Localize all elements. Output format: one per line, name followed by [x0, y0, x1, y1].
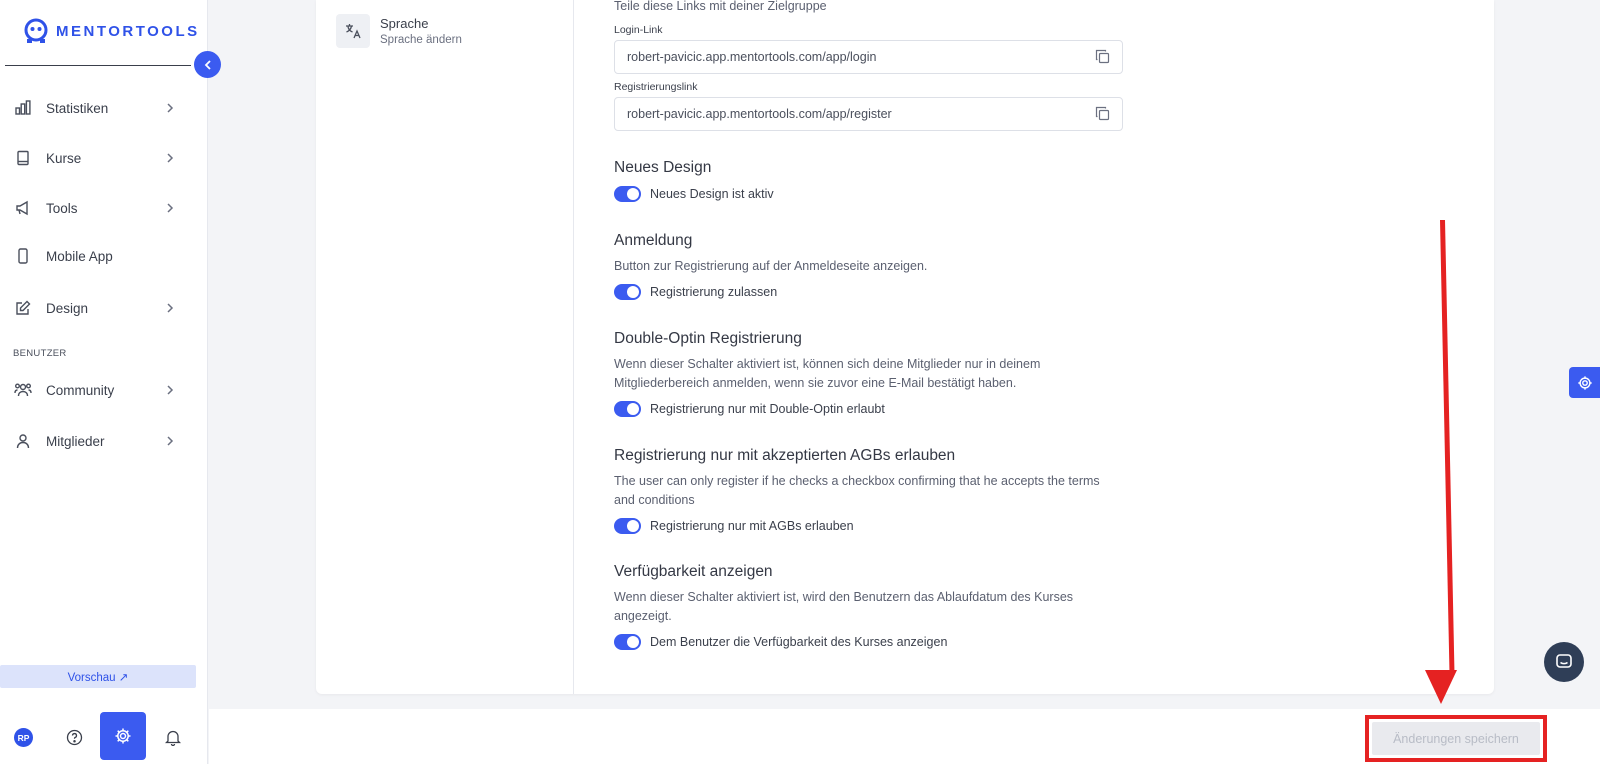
sidebar-item-design[interactable]: Design: [0, 290, 196, 326]
settings-button[interactable]: [100, 712, 146, 760]
phone-icon: [14, 247, 32, 265]
settings-nav-subtitle: Sprache ändern: [380, 34, 462, 46]
chat-button[interactable]: [1544, 642, 1584, 682]
edit-icon: [14, 299, 32, 317]
copy-icon[interactable]: [1095, 106, 1110, 124]
mentortools-logo-icon: [24, 18, 48, 43]
section-description: The user can only register if he checks …: [614, 474, 1100, 507]
sidebar-item-mobile-app[interactable]: Mobile App: [0, 238, 196, 274]
toggle-switch[interactable]: [614, 186, 641, 202]
divider: [5, 65, 191, 66]
megaphone-icon: [14, 199, 32, 217]
toggle-row-registrierung-zulassen: Registrierung zulassen: [614, 284, 777, 300]
section-description: Wenn dieser Schalter aktiviert ist, könn…: [614, 357, 1041, 390]
login-link-label: Login-Link: [614, 24, 663, 36]
sidebar-item-label: Design: [46, 300, 89, 316]
toggle-label: Registrierung nur mit Double-Optin erlau…: [650, 402, 885, 416]
login-link-value: robert-pavicic.app.mentortools.com/app/l…: [627, 50, 877, 64]
user-icon: [14, 432, 32, 450]
toggle-row-verfuegbarkeit: Dem Benutzer die Verfügbarkeit des Kurse…: [614, 634, 947, 650]
toggle-label: Dem Benutzer die Verfügbarkeit des Kurse…: [650, 635, 948, 649]
annotation-arrow-head: [1425, 670, 1457, 704]
sidebar-item-tools[interactable]: Tools: [0, 190, 196, 226]
gear-icon: [115, 728, 131, 744]
chat-icon: [1556, 654, 1572, 668]
links-intro-text: Teile diese Links mit deiner Zielgruppe: [614, 0, 827, 13]
sidebar: MENTORTOOLS Statistiken Kurse Tools Mobi…: [0, 0, 208, 764]
settings-nav-item-sprache[interactable]: Sprache Sprache ändern: [336, 14, 462, 48]
register-link-value: robert-pavicic.app.mentortools.com/app/r…: [627, 107, 892, 121]
logo[interactable]: MENTORTOOLS: [22, 16, 200, 46]
register-link-label: Registrierungslink: [614, 81, 698, 93]
sidebar-item-label: Kurse: [46, 150, 82, 166]
sidebar-item-statistiken[interactable]: Statistiken: [0, 90, 196, 126]
toggle-switch[interactable]: [614, 284, 641, 300]
toggle-label: Neues Design ist aktiv: [650, 187, 774, 201]
chevron-right-icon: [166, 383, 174, 401]
toggle-row-agb: Registrierung nur mit AGBs erlauben: [614, 518, 854, 534]
sidebar-item-label: Mobile App: [46, 248, 113, 264]
toggle-switch[interactable]: [614, 634, 641, 650]
section-title-double-optin: Double-Optin Registrierung: [614, 330, 802, 347]
sidebar-item-community[interactable]: Community: [0, 372, 196, 408]
help-icon[interactable]: [58, 721, 90, 753]
section-label-benutzer: BENUTZER: [13, 348, 67, 359]
gear-icon: [1577, 375, 1592, 390]
toggle-switch[interactable]: [614, 401, 641, 417]
toggle-label: Registrierung zulassen: [650, 285, 778, 299]
sidebar-item-label: Community: [46, 382, 115, 398]
login-link-field[interactable]: robert-pavicic.app.mentortools.com/app/l…: [614, 40, 1123, 74]
copy-icon[interactable]: [1095, 49, 1110, 67]
floating-settings-button[interactable]: [1569, 367, 1600, 398]
chevron-right-icon: [166, 201, 174, 219]
book-icon: [14, 149, 32, 167]
section-description: Wenn dieser Schalter aktiviert ist, wird…: [614, 590, 1074, 623]
sidebar-bottom-bar: RP: [0, 709, 196, 764]
toggle-row-double-optin: Registrierung nur mit Double-Optin erlau…: [614, 401, 885, 417]
chevron-right-icon: [166, 151, 174, 169]
collapse-sidebar-button[interactable]: [194, 51, 221, 78]
toggle-switch[interactable]: [614, 518, 641, 534]
translate-icon: [336, 14, 370, 48]
chevron-right-icon: [166, 434, 174, 452]
settings-nav-title: Sprache: [380, 16, 429, 31]
sidebar-item-label: Tools: [46, 200, 78, 216]
annotation-highlight-box: [1365, 715, 1547, 762]
toggle-label: Registrierung nur mit AGBs erlauben: [650, 519, 854, 533]
toggle-row-neues-design: Neues Design ist aktiv: [614, 186, 774, 202]
chevron-right-icon: [166, 301, 174, 319]
users-icon: [14, 381, 32, 399]
preview-button[interactable]: Vorschau ↗: [0, 665, 196, 688]
register-link-field[interactable]: robert-pavicic.app.mentortools.com/app/r…: [614, 97, 1123, 131]
chevron-left-icon: [204, 59, 211, 70]
avatar[interactable]: RP: [14, 728, 33, 747]
section-description: Button zur Registrierung auf der Anmelde…: [614, 259, 928, 273]
bell-icon[interactable]: [157, 721, 189, 753]
section-title-verfuegbarkeit: Verfügbarkeit anzeigen: [614, 563, 773, 580]
section-title-agb: Registrierung nur mit akzeptierten AGBs …: [614, 447, 956, 464]
section-title-anmeldung: Anmeldung: [614, 232, 693, 249]
sidebar-item-kurse[interactable]: Kurse: [0, 140, 196, 176]
logo-text: MENTORTOOLS: [56, 22, 200, 40]
sidebar-item-label: Statistiken: [46, 100, 109, 116]
sidebar-item-label: Mitglieder: [46, 433, 105, 449]
chevron-right-icon: [166, 101, 174, 119]
sidebar-item-mitglieder[interactable]: Mitglieder: [0, 423, 196, 459]
section-title-neues-design: Neues Design: [614, 159, 712, 176]
bar-chart-icon: [14, 99, 32, 117]
divider: [573, 0, 574, 694]
